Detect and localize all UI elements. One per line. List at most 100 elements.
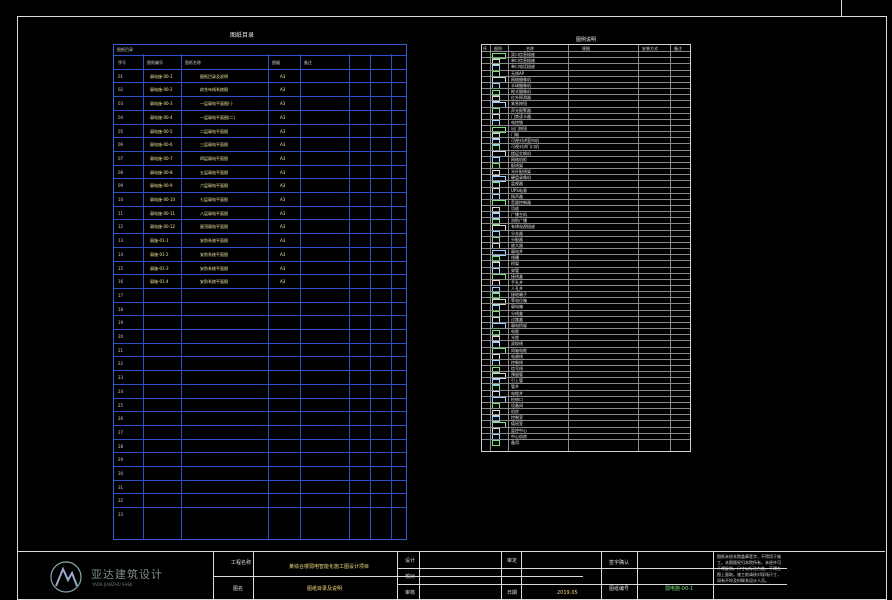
row-number: 22: [118, 361, 124, 367]
index-size-cell: A3: [280, 87, 286, 93]
row-number: 12: [118, 224, 124, 230]
project-value: 某综合楼弱电智能化施工图设计项目: [289, 564, 370, 570]
table-row: [114, 260, 406, 262]
index-size-cell: A3: [280, 183, 286, 189]
table-row: [114, 150, 406, 152]
index-size-cell: A3: [280, 101, 286, 107]
row-number: 07: [118, 155, 124, 161]
index-size-cell: A3: [280, 197, 286, 202]
index-code-cell: 弱电施-00-8: [150, 169, 173, 175]
index-name-cell: 六层弱电平面图: [200, 183, 228, 189]
index-size-cell: A3: [280, 114, 286, 120]
index-size-cell: A3: [280, 169, 286, 175]
table-row: [114, 315, 406, 317]
index-name-cell: 三层弱电平面图: [200, 142, 228, 148]
index-code-cell: 弱电施-00-7: [150, 155, 173, 161]
index-name-cell: 屋顶弱电平面图: [200, 224, 228, 230]
check-label: 校对: [405, 574, 416, 580]
legend-table: 序图例 名称 规格 安装方式 备注 双口信息插座 单口信息插座 单口电话插座 无线AP 网络摄像机…: [481, 44, 691, 452]
row-number: 29: [118, 457, 124, 463]
row-number: 17: [118, 292, 124, 298]
row-number: 16: [118, 279, 124, 285]
table-row: [114, 383, 406, 385]
table-row: [114, 123, 406, 125]
row-number: 03: [118, 101, 124, 107]
design-label: 设计: [405, 558, 416, 564]
project-label: 工程名称: [231, 560, 252, 566]
index-code-cell: 弱电施-00-10: [150, 197, 176, 202]
table-row: [114, 479, 406, 481]
table-row: [114, 137, 406, 139]
index-size-cell: A3: [280, 155, 286, 161]
title-block: 亚达建筑设计 YADA JIANZHU SHEJI 工程名称 某综合楼弱电智能化…: [17, 551, 885, 600]
index-name-cell: 一层弱电平面图(-): [200, 101, 233, 107]
index-name-cell: 一层弱电平面图(二): [200, 114, 236, 120]
index-code-cell: 弱施-01-3: [150, 265, 169, 271]
table-row: [114, 411, 406, 413]
row-number: 15: [118, 265, 124, 271]
index-code-cell: 弱电施-00-3: [150, 101, 173, 107]
drawing-name-label: 图名: [233, 586, 244, 592]
row-number: 14: [118, 251, 124, 257]
table-row: [114, 329, 406, 330]
index-name-cell: 四层弱电平面图: [200, 155, 228, 161]
index-name-cell: 八层弱电平面图: [200, 210, 228, 216]
index-name-cell: 五层弱电平面图: [200, 169, 228, 175]
index-code-cell: 弱电施-00-1: [150, 73, 173, 79]
row-number: 19: [118, 320, 124, 326]
table-row: [114, 438, 406, 440]
table-row: [114, 192, 406, 193]
table-row: [114, 370, 406, 372]
row-number: 20: [118, 334, 124, 339]
index-code-cell: 弱电施-00-11: [150, 210, 176, 216]
index-size-cell: A3: [280, 251, 286, 257]
index-code-cell: 弱电施-00-6: [150, 142, 173, 148]
table-row: [114, 178, 406, 180]
index-size-cell: A3: [280, 73, 286, 79]
table-row: [114, 246, 406, 248]
date-value: 2019.05: [557, 590, 578, 596]
row-number: 21: [118, 347, 124, 353]
index-size-cell: A3: [280, 265, 286, 271]
drawing-number-value: 弱电施-00-1: [665, 586, 694, 592]
index-code-cell: 弱施-01-1: [150, 238, 169, 244]
index-header-cell: 图幅: [272, 60, 280, 65]
row-number: 08: [118, 169, 124, 175]
legend-name-cell: 备用: [511, 439, 519, 445]
table-row: [114, 109, 406, 111]
table-row: [114, 164, 406, 166]
index-subheader: 图纸目录: [117, 47, 133, 52]
index-code-cell: 弱电施-00-2: [150, 87, 173, 93]
index-name-cell: 安防系统平面图: [200, 265, 228, 271]
design-notes: 图纸未经本院盖章签字，不得用于施工。本图版权归本院所有，未经许可不得复制。尺寸以…: [717, 554, 781, 583]
table-row: [114, 219, 406, 221]
table-row: [114, 287, 406, 289]
table-row: [114, 274, 406, 276]
index-code-cell: 弱施-01-4: [150, 279, 169, 285]
index-header-cell: 图纸编号: [147, 60, 163, 65]
table-row: [114, 68, 406, 70]
index-size-cell: A3: [280, 224, 286, 230]
index-title: 图纸目录: [230, 32, 255, 39]
table-row: [114, 424, 406, 426]
row-number: 13: [118, 238, 124, 244]
row-number: 33: [118, 512, 124, 518]
row-number: 01: [118, 73, 124, 79]
company-subname: YADA JIANZHU SHEJI: [92, 582, 133, 587]
row-number: 25: [118, 402, 124, 408]
row-number: 23: [118, 375, 124, 381]
index-code-cell: 弱电施-00-4: [150, 114, 173, 120]
row-number: 32: [118, 498, 124, 504]
drawing-number-label: 图纸编号: [609, 586, 630, 592]
index-header-cell: 备注: [304, 60, 312, 65]
table-row: [114, 493, 406, 495]
index-header-cell: 图纸名称: [185, 60, 201, 65]
index-name-cell: 七层弱电平面图: [200, 197, 228, 202]
row-number: 02: [118, 87, 124, 93]
legend-symbol-icon: [492, 440, 500, 447]
table-row: [114, 205, 406, 207]
index-name-cell: 安防系统平面图: [200, 238, 228, 244]
approve-label: 审定: [507, 558, 518, 564]
index-header-border: [114, 55, 406, 56]
table-row: [114, 452, 406, 454]
